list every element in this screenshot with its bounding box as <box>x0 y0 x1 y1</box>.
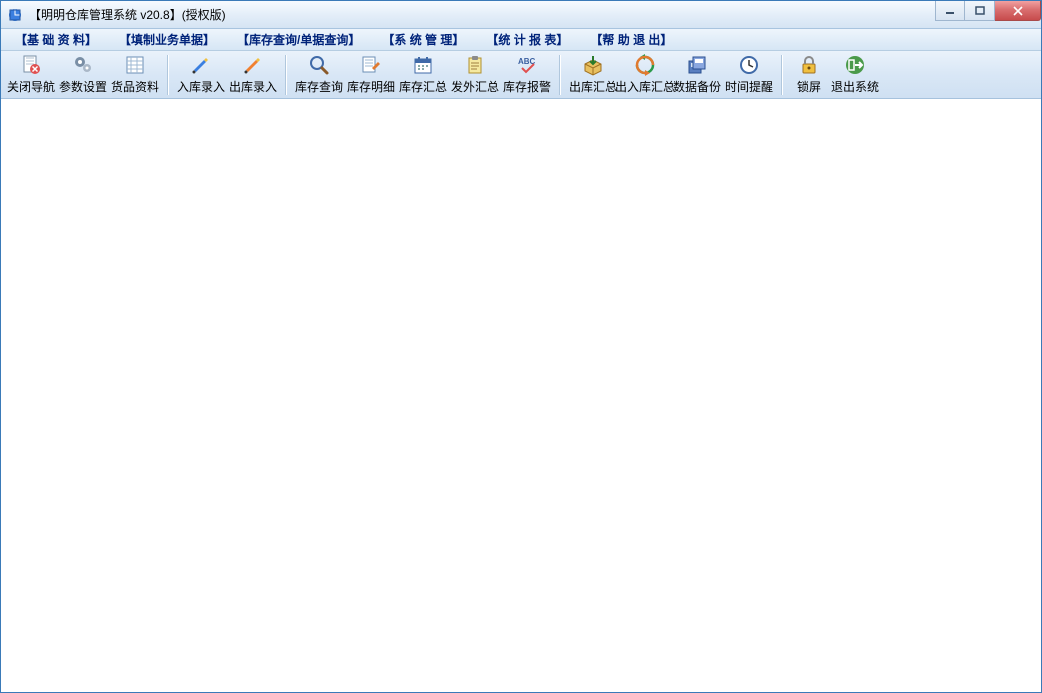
data-backup-label: 数据备份 <box>673 78 721 95</box>
close-button[interactable] <box>995 1 1041 21</box>
toolbar-separator <box>285 55 287 95</box>
outbound-summary-button[interactable]: 出库汇总 <box>567 53 619 97</box>
product-data-label: 货品资料 <box>111 78 159 95</box>
toolbar-group-1: 关闭导航 参数设置 货品资料 <box>5 53 161 97</box>
maximize-button[interactable] <box>965 1 995 21</box>
clipboard-icon <box>464 54 486 76</box>
inbound-entry-button[interactable]: 入库录入 <box>175 53 227 97</box>
window-controls <box>935 1 1041 21</box>
inventory-summary-label: 库存汇总 <box>399 78 447 95</box>
inventory-query-label: 库存查询 <box>295 78 343 95</box>
list-pen-icon <box>360 54 382 76</box>
inventory-summary-button[interactable]: 库存汇总 <box>397 53 449 97</box>
exit-icon <box>844 54 866 76</box>
sheet-icon <box>124 54 146 76</box>
toolbar-group-4: 出库汇总 出入库汇总 数据备份 时间提醒 <box>567 53 775 97</box>
minimize-button[interactable] <box>935 1 965 21</box>
outgoing-summary-label: 发外汇总 <box>451 78 499 95</box>
inout-summary-button[interactable]: 出入库汇总 <box>619 53 671 97</box>
outbound-entry-button[interactable]: 出库录入 <box>227 53 279 97</box>
outbound-summary-label: 出库汇总 <box>569 78 617 95</box>
lock-screen-label: 锁屏 <box>797 78 821 95</box>
clock-icon <box>738 54 760 76</box>
calendar-icon <box>412 54 434 76</box>
menu-statistics[interactable]: 【统 计 报 表】 <box>480 30 574 49</box>
toolbar-separator <box>167 55 169 95</box>
inventory-detail-label: 库存明细 <box>347 78 395 95</box>
inout-summary-label: 出入库汇总 <box>615 78 675 95</box>
inbound-entry-label: 入库录入 <box>177 78 225 95</box>
menu-system-manage[interactable]: 【系 统 管 理】 <box>376 30 470 49</box>
pen-orange-icon <box>242 54 264 76</box>
inventory-alert-label: 库存报警 <box>503 78 551 95</box>
toolbar-group-3: 库存查询 库存明细 库存汇总 发外汇总 库存报警 <box>293 53 553 97</box>
time-reminder-label: 时间提醒 <box>725 78 773 95</box>
disks-icon <box>686 54 708 76</box>
magnifier-icon <box>308 54 330 76</box>
menu-basic-data[interactable]: 【基 础 资 料】 <box>9 30 103 49</box>
time-reminder-button[interactable]: 时间提醒 <box>723 53 775 97</box>
menu-help-exit[interactable]: 【帮 助 退 出】 <box>584 30 678 49</box>
toolbar: 关闭导航 参数设置 货品资料 入库录入 出库录入 库存查询 库存明细 <box>1 51 1041 99</box>
close-nav-icon <box>20 54 42 76</box>
product-data-button[interactable]: 货品资料 <box>109 53 161 97</box>
toolbar-separator <box>559 55 561 95</box>
gears-icon <box>72 54 94 76</box>
menu-business-docs[interactable]: 【填制业务单据】 <box>113 30 221 49</box>
box-out-icon <box>582 54 604 76</box>
recycle-icon <box>634 54 656 76</box>
title-bar: 【明明仓库管理系统 v20.8】(授权版) <box>1 1 1041 29</box>
close-nav-button[interactable]: 关闭导航 <box>5 53 57 97</box>
toolbar-group-5: 锁屏 退出系统 <box>789 53 881 97</box>
abc-check-icon <box>516 54 538 76</box>
menu-inventory-query[interactable]: 【库存查询/单据查询】 <box>231 30 366 49</box>
exit-system-button[interactable]: 退出系统 <box>829 53 881 97</box>
inventory-query-button[interactable]: 库存查询 <box>293 53 345 97</box>
lock-icon <box>798 54 820 76</box>
toolbar-group-2: 入库录入 出库录入 <box>175 53 279 97</box>
param-settings-label: 参数设置 <box>59 78 107 95</box>
inventory-alert-button[interactable]: 库存报警 <box>501 53 553 97</box>
content-area <box>1 99 1041 692</box>
outbound-entry-label: 出库录入 <box>229 78 277 95</box>
param-settings-button[interactable]: 参数设置 <box>57 53 109 97</box>
pen-blue-icon <box>190 54 212 76</box>
exit-system-label: 退出系统 <box>831 78 879 95</box>
toolbar-separator <box>781 55 783 95</box>
close-nav-label: 关闭导航 <box>7 78 55 95</box>
app-icon <box>7 7 23 23</box>
outgoing-summary-button[interactable]: 发外汇总 <box>449 53 501 97</box>
menu-bar: 【基 础 资 料】 【填制业务单据】 【库存查询/单据查询】 【系 统 管 理】… <box>1 29 1041 51</box>
data-backup-button[interactable]: 数据备份 <box>671 53 723 97</box>
window-title: 【明明仓库管理系统 v20.8】(授权版) <box>29 6 226 23</box>
lock-screen-button[interactable]: 锁屏 <box>789 53 829 97</box>
inventory-detail-button[interactable]: 库存明细 <box>345 53 397 97</box>
